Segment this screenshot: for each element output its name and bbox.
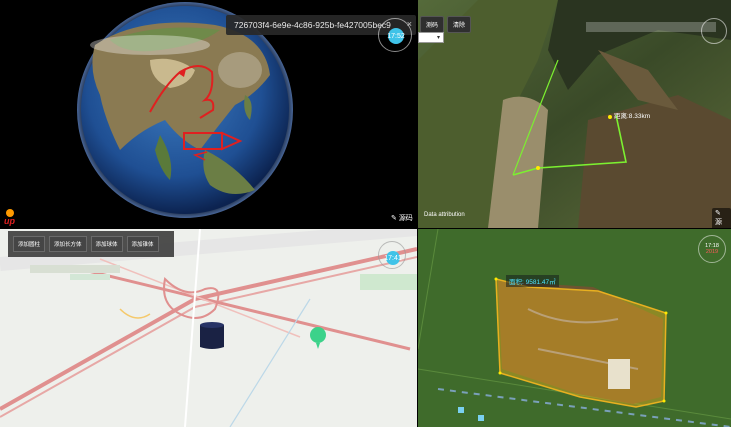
add-cone-button[interactable]: 添加锥体 xyxy=(126,236,159,252)
area-measure-panel[interactable]: 面积: 9581.47㎡ 17:18 2019 xyxy=(418,229,731,427)
measure-toolbar: 测码 清除 xyxy=(420,16,472,33)
compass-time[interactable]: 17:52 xyxy=(387,28,405,44)
measure-button[interactable]: 测码 xyxy=(420,16,445,33)
marker[interactable] xyxy=(478,415,484,421)
clock-sub: 2019 xyxy=(705,249,719,256)
city-map-scene[interactable] xyxy=(0,229,417,427)
terrain-measure-panel[interactable]: 测码 清除 ▾ 距离:8.33km Data attribution ✎ 源码 xyxy=(418,0,731,228)
clear-button[interactable]: 清除 xyxy=(447,16,472,33)
source-code-label: 源码 xyxy=(398,215,413,222)
globe-panel[interactable]: up 726703f4-6e9e-4c86-925b-fe427005bec9 … xyxy=(0,0,417,228)
entity-id-text: 726703f4-6e9e-4c86-925b-fe427005bec9 xyxy=(234,20,391,30)
measure-endpoint[interactable] xyxy=(608,115,612,119)
park xyxy=(360,274,417,290)
cloud-band xyxy=(90,35,210,55)
vertex[interactable] xyxy=(498,371,502,375)
sphere-primitive[interactable] xyxy=(310,327,326,343)
block xyxy=(30,265,120,273)
cylinder-primitive[interactable] xyxy=(200,325,224,349)
building xyxy=(608,359,630,389)
clock-widget[interactable]: 17:18 2019 xyxy=(702,243,722,255)
vertex[interactable] xyxy=(662,399,666,403)
measure-mode-select[interactable]: ▾ xyxy=(418,32,444,43)
source-code-label-2: 源码 xyxy=(715,219,722,226)
add-box-button[interactable]: 添加长方体 xyxy=(49,236,87,252)
area-scene[interactable] xyxy=(418,229,731,427)
terrain-scene[interactable] xyxy=(418,0,731,228)
cylinder-top xyxy=(200,322,224,328)
vertex[interactable] xyxy=(494,277,498,281)
add-sphere-button[interactable]: 添加球体 xyxy=(90,236,123,252)
compass-time-3[interactable]: 17:41 xyxy=(384,251,402,265)
green-strip xyxy=(70,274,110,280)
distance-label: 距离:8.33km xyxy=(614,113,651,120)
city-map-panel[interactable]: 添加圆柱 添加长方体 添加球体 添加锥体 17:41 xyxy=(0,229,417,427)
area-label: 面积: 9581.47㎡ xyxy=(506,275,559,287)
source-code-button-2[interactable]: ✎ 源码 xyxy=(712,208,731,228)
data-attribution[interactable]: Data attribution xyxy=(424,212,465,218)
app-root: up 726703f4-6e9e-4c86-925b-fe427005bec9 … xyxy=(0,0,731,427)
add-cylinder-button[interactable]: 添加圆柱 xyxy=(13,236,46,252)
corner-logo: up xyxy=(4,216,15,226)
add-primitive-toolbar: 添加圆柱 添加长方体 添加球体 添加锥体 xyxy=(8,231,174,257)
marker[interactable] xyxy=(458,407,464,413)
edit-icon: ✎ xyxy=(715,210,721,217)
edit-icon: ✎ xyxy=(391,215,399,222)
source-code-button[interactable]: ✎ 源码 xyxy=(388,212,416,224)
cloud-cluster xyxy=(218,52,262,88)
vertex[interactable] xyxy=(664,311,668,315)
measure-point[interactable] xyxy=(536,166,540,170)
timeline-bar[interactable] xyxy=(586,22,716,32)
navigation-compass-2[interactable] xyxy=(701,18,727,44)
